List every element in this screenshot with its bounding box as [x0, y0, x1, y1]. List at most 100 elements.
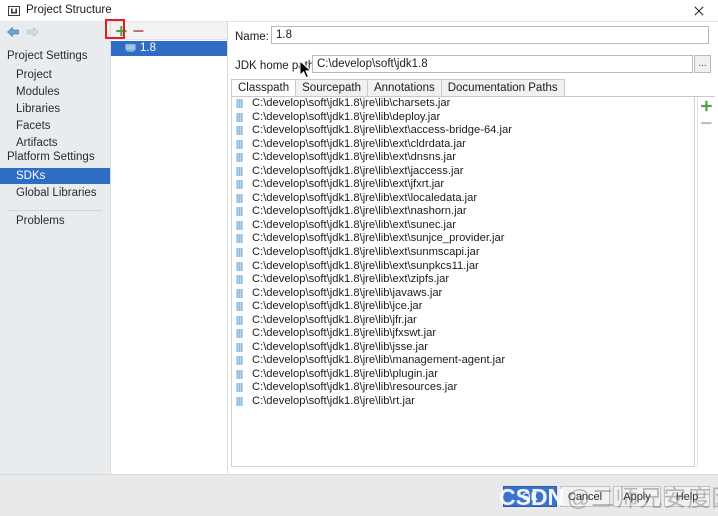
- classpath-entry-row[interactable]: C:\develop\soft\jdk1.8\jre\lib\ext\sunpk…: [232, 260, 694, 274]
- classpath-entry-row[interactable]: C:\develop\soft\jdk1.8\jre\lib\jce.jar: [232, 300, 694, 314]
- jar-file-icon: [236, 383, 243, 393]
- classpath-entry-label: C:\develop\soft\jdk1.8\jre\lib\plugin.ja…: [252, 367, 438, 380]
- jar-file-icon: [236, 153, 243, 163]
- close-icon[interactable]: [680, 0, 718, 22]
- classpath-entry-row[interactable]: C:\develop\soft\jdk1.8\jre\lib\ext\jfxrt…: [232, 178, 694, 192]
- jar-file-icon: [236, 99, 243, 108]
- classpath-entry-row[interactable]: C:\develop\soft\jdk1.8\jre\lib\managemen…: [232, 354, 694, 368]
- sdk-tree-row-label: 1.8: [140, 42, 156, 54]
- jar-file-icon: [236, 166, 243, 176]
- classpath-entry-row[interactable]: C:\develop\soft\jdk1.8\jre\lib\ext\cldrd…: [232, 138, 694, 152]
- browse-button[interactable]: ...: [694, 55, 711, 73]
- jar-file-icon: [236, 112, 243, 122]
- classpath-entry-label: C:\develop\soft\jdk1.8\jre\lib\ext\sunpk…: [252, 259, 479, 272]
- sidebar-item-sdks[interactable]: SDKs: [0, 168, 110, 184]
- title-bar: Project Structure: [0, 0, 718, 22]
- add-classpath-entry-button[interactable]: [699, 99, 714, 113]
- jar-file-icon: [236, 288, 243, 298]
- name-input[interactable]: [271, 26, 709, 44]
- classpath-entry-label: C:\develop\soft\jdk1.8\jre\lib\jfxswt.ja…: [252, 327, 437, 340]
- settings-sidebar: Project Settings Project Modules Librari…: [0, 22, 110, 474]
- tab-sourcepath[interactable]: Sourcepath: [295, 79, 367, 97]
- add-sdk-button[interactable]: [114, 24, 129, 38]
- classpath-entry-label: C:\develop\soft\jdk1.8\jre\lib\ext\zipfs…: [252, 273, 450, 286]
- jar-file-icon: [236, 193, 243, 203]
- sidebar-item-global-libraries[interactable]: Global Libraries: [0, 185, 110, 201]
- classpath-entry-label: C:\develop\soft\jdk1.8\jre\lib\ext\local…: [252, 191, 478, 204]
- back-arrow-icon[interactable]: [6, 26, 20, 38]
- sidebar-item-facets[interactable]: Facets: [0, 118, 110, 134]
- jar-file-icon: [236, 302, 243, 312]
- sidebar-group-platform-settings: Platform Settings: [7, 151, 95, 163]
- classpath-entry-row[interactable]: C:\develop\soft\jdk1.8\jre\lib\ext\nasho…: [232, 205, 694, 219]
- classpath-entry-row[interactable]: C:\develop\soft\jdk1.8\jre\lib\plugin.ja…: [232, 368, 694, 382]
- classpath-entry-label: C:\develop\soft\jdk1.8\jre\lib\jce.jar: [252, 300, 423, 313]
- classpath-entry-label: C:\develop\soft\jdk1.8\jre\lib\javaws.ja…: [252, 286, 443, 299]
- classpath-entry-label: C:\develop\soft\jdk1.8\jre\lib\ext\nasho…: [252, 205, 467, 218]
- help-button[interactable]: Help: [664, 486, 710, 507]
- classpath-entry-row[interactable]: C:\develop\soft\jdk1.8\jre\lib\ext\dnsns…: [232, 151, 694, 165]
- sidebar-item-project[interactable]: Project: [0, 67, 110, 83]
- classpath-list[interactable]: C:\develop\soft\jdk1.8\jre\lib\charsets.…: [231, 97, 695, 467]
- ok-button[interactable]: OK: [503, 486, 557, 507]
- classpath-entry-label: C:\develop\soft\jdk1.8\jre\lib\ext\dnsns…: [252, 151, 456, 164]
- classpath-entry-label: C:\develop\soft\jdk1.8\jre\lib\charsets.…: [252, 97, 451, 109]
- classpath-entry-label: C:\develop\soft\jdk1.8\jre\lib\ext\jacce…: [252, 164, 464, 177]
- jar-file-icon: [236, 139, 243, 149]
- sidebar-item-modules[interactable]: Modules: [0, 84, 110, 100]
- jar-file-icon: [236, 329, 243, 339]
- classpath-entry-row[interactable]: C:\develop\soft\jdk1.8\jre\lib\rt.jar: [232, 395, 694, 409]
- remove-sdk-button[interactable]: [131, 24, 146, 38]
- classpath-entry-label: C:\develop\soft\jdk1.8\jre\lib\jsse.jar: [252, 340, 428, 353]
- tab-annotations[interactable]: Annotations: [366, 79, 441, 97]
- classpath-entry-row[interactable]: C:\develop\soft\jdk1.8\jre\lib\charsets.…: [232, 97, 694, 111]
- jdk-home-path-input[interactable]: [312, 55, 693, 73]
- classpath-entry-row[interactable]: C:\develop\soft\jdk1.8\jre\lib\jfr.jar: [232, 314, 694, 328]
- classpath-entry-label: C:\develop\soft\jdk1.8\jre\lib\ext\jfxrt…: [252, 178, 445, 191]
- classpath-entry-row[interactable]: C:\develop\soft\jdk1.8\jre\lib\ext\zipfs…: [232, 273, 694, 287]
- jar-file-icon: [236, 248, 243, 258]
- jar-file-icon: [236, 315, 243, 325]
- classpath-entry-row[interactable]: C:\develop\soft\jdk1.8\jre\lib\ext\acces…: [232, 124, 694, 138]
- sdk-tree-panel: 1.8: [110, 22, 228, 474]
- jar-file-icon: [236, 397, 243, 407]
- classpath-entry-row[interactable]: C:\develop\soft\jdk1.8\jre\lib\ext\jacce…: [232, 165, 694, 179]
- sdk-tree-row-1-8[interactable]: 1.8: [111, 41, 227, 56]
- classpath-entry-row[interactable]: C:\develop\soft\jdk1.8\jre\lib\ext\sunec…: [232, 219, 694, 233]
- sidebar-group-project-settings: Project Settings: [7, 50, 88, 62]
- jar-file-icon: [236, 261, 243, 271]
- apply-button[interactable]: Apply: [613, 486, 661, 507]
- cancel-button[interactable]: Cancel: [560, 486, 610, 507]
- project-structure-dialog: Project Structure Project Settings Proje…: [0, 0, 718, 516]
- sidebar-item-problems[interactable]: Problems: [0, 213, 110, 229]
- name-label: Name:: [235, 31, 269, 43]
- classpath-entry-row[interactable]: C:\develop\soft\jdk1.8\jre\lib\jsse.jar: [232, 341, 694, 355]
- classpath-entry-label: C:\develop\soft\jdk1.8\jre\lib\jfr.jar: [252, 313, 417, 326]
- classpath-entry-label: C:\develop\soft\jdk1.8\jre\lib\managemen…: [252, 354, 506, 367]
- dialog-button-bar: OK Cancel Apply Help: [0, 474, 718, 516]
- classpath-entry-row[interactable]: C:\develop\soft\jdk1.8\jre\lib\ext\sunms…: [232, 246, 694, 260]
- remove-classpath-entry-button[interactable]: [699, 116, 714, 130]
- detail-tabs: Classpath Sourcepath Annotations Documen…: [231, 79, 715, 97]
- sidebar-item-libraries[interactable]: Libraries: [0, 101, 110, 117]
- sdk-tree-toolbar: [111, 22, 227, 40]
- classpath-side-divider: [697, 97, 698, 467]
- classpath-entry-row[interactable]: C:\develop\soft\jdk1.8\jre\lib\jfxswt.ja…: [232, 327, 694, 341]
- classpath-entry-row[interactable]: C:\develop\soft\jdk1.8\jre\lib\javaws.ja…: [232, 287, 694, 301]
- forward-arrow-icon[interactable]: [26, 26, 40, 38]
- classpath-entry-label: C:\develop\soft\jdk1.8\jre\lib\ext\sunms…: [252, 246, 480, 259]
- tab-classpath[interactable]: Classpath: [231, 79, 296, 97]
- sidebar-divider: [8, 210, 102, 211]
- classpath-entry-label: C:\develop\soft\jdk1.8\jre\lib\ext\cldrd…: [252, 137, 466, 150]
- classpath-entry-row[interactable]: C:\develop\soft\jdk1.8\jre\lib\ext\local…: [232, 192, 694, 206]
- app-window-icon: [8, 5, 20, 17]
- jar-file-icon: [236, 369, 243, 379]
- tab-documentation-paths[interactable]: Documentation Paths: [440, 79, 565, 97]
- classpath-entry-row[interactable]: C:\develop\soft\jdk1.8\jre\lib\resources…: [232, 381, 694, 395]
- classpath-entry-row[interactable]: C:\develop\soft\jdk1.8\jre\lib\deploy.ja…: [232, 111, 694, 125]
- sidebar-item-artifacts[interactable]: Artifacts: [0, 135, 110, 151]
- classpath-entry-label: C:\develop\soft\jdk1.8\jre\lib\ext\acces…: [252, 124, 512, 137]
- jar-file-icon: [236, 126, 243, 136]
- classpath-entry-row[interactable]: C:\develop\soft\jdk1.8\jre\lib\ext\sunjc…: [232, 232, 694, 246]
- window-title: Project Structure: [26, 4, 112, 16]
